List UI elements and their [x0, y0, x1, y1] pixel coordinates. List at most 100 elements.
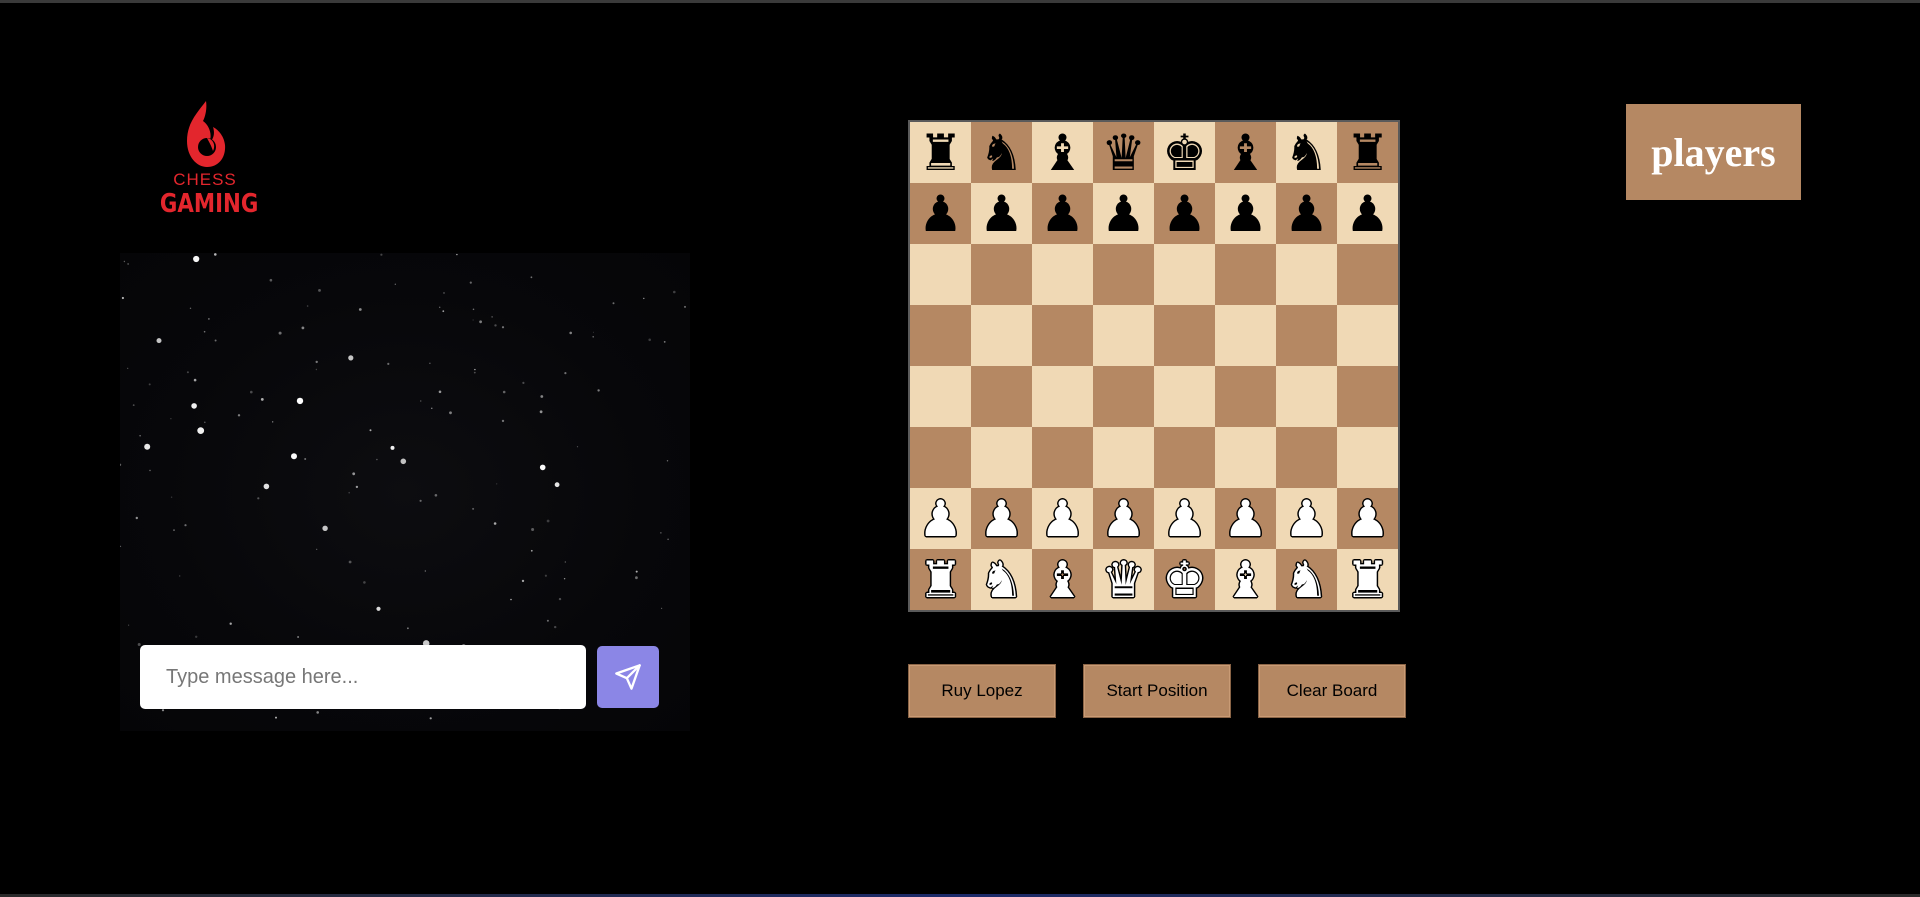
white-pawn-icon[interactable]: ♟ — [918, 494, 963, 544]
black-pawn-icon[interactable]: ♟ — [1101, 189, 1146, 239]
square-c1[interactable]: ♝ — [1032, 549, 1093, 610]
black-pawn-icon[interactable]: ♟ — [1040, 189, 1085, 239]
square-f4[interactable] — [1215, 366, 1276, 427]
square-a4[interactable] — [910, 366, 971, 427]
black-bishop-icon[interactable]: ♝ — [1040, 128, 1085, 178]
square-b6[interactable] — [971, 244, 1032, 305]
square-h4[interactable] — [1337, 366, 1398, 427]
black-knight-icon[interactable]: ♞ — [979, 128, 1024, 178]
white-knight-icon[interactable]: ♞ — [979, 555, 1024, 605]
square-c7[interactable]: ♟ — [1032, 183, 1093, 244]
square-h3[interactable] — [1337, 427, 1398, 488]
square-e3[interactable] — [1154, 427, 1215, 488]
black-king-icon[interactable]: ♚ — [1162, 128, 1207, 178]
square-d5[interactable] — [1093, 305, 1154, 366]
chess-board[interactable]: ♜ ♞ ♝ ♛ ♚ ♝ ♞ ♜ ♟ ♟ ♟ ♟ ♟ ♟ ♟ ♟ ♟ ♟ ♟ ♟ ♟ ♟ ♟ ♟ ♜ ♞ ♝ ♛ ♚ ♝ ♞ ♜ — [908, 120, 1400, 612]
black-rook-icon[interactable]: ♜ — [1345, 128, 1390, 178]
square-b1[interactable]: ♞ — [971, 549, 1032, 610]
white-rook-icon[interactable]: ♜ — [918, 555, 963, 605]
black-rook-icon[interactable]: ♜ — [918, 128, 963, 178]
square-g4[interactable] — [1276, 366, 1337, 427]
white-bishop-icon[interactable]: ♝ — [1223, 555, 1268, 605]
square-f3[interactable] — [1215, 427, 1276, 488]
square-e5[interactable] — [1154, 305, 1215, 366]
square-h8[interactable]: ♜ — [1337, 122, 1398, 183]
square-g8[interactable]: ♞ — [1276, 122, 1337, 183]
white-rook-icon[interactable]: ♜ — [1345, 555, 1390, 605]
square-b4[interactable] — [971, 366, 1032, 427]
square-e6[interactable] — [1154, 244, 1215, 305]
white-pawn-icon[interactable]: ♟ — [1284, 494, 1329, 544]
square-g5[interactable] — [1276, 305, 1337, 366]
white-pawn-icon[interactable]: ♟ — [1345, 494, 1390, 544]
square-d2[interactable]: ♟ — [1093, 488, 1154, 549]
black-bishop-icon[interactable]: ♝ — [1223, 128, 1268, 178]
square-e1[interactable]: ♚ — [1154, 549, 1215, 610]
white-pawn-icon[interactable]: ♟ — [1223, 494, 1268, 544]
square-a1[interactable]: ♜ — [910, 549, 971, 610]
chat-message-input[interactable] — [140, 645, 586, 709]
square-e7[interactable]: ♟ — [1154, 183, 1215, 244]
white-pawn-icon[interactable]: ♟ — [979, 494, 1024, 544]
square-b3[interactable] — [971, 427, 1032, 488]
black-pawn-icon[interactable]: ♟ — [1162, 189, 1207, 239]
square-c3[interactable] — [1032, 427, 1093, 488]
white-pawn-icon[interactable]: ♟ — [1040, 494, 1085, 544]
white-bishop-icon[interactable]: ♝ — [1040, 555, 1085, 605]
white-pawn-icon[interactable]: ♟ — [1162, 494, 1207, 544]
square-f2[interactable]: ♟ — [1215, 488, 1276, 549]
square-d6[interactable] — [1093, 244, 1154, 305]
square-g6[interactable] — [1276, 244, 1337, 305]
clear-board-button[interactable]: Clear Board — [1258, 664, 1406, 718]
square-c5[interactable] — [1032, 305, 1093, 366]
square-d4[interactable] — [1093, 366, 1154, 427]
square-a7[interactable]: ♟ — [910, 183, 971, 244]
square-b5[interactable] — [971, 305, 1032, 366]
square-b8[interactable]: ♞ — [971, 122, 1032, 183]
black-queen-icon[interactable]: ♛ — [1101, 128, 1146, 178]
square-a2[interactable]: ♟ — [910, 488, 971, 549]
square-h5[interactable] — [1337, 305, 1398, 366]
square-a3[interactable] — [910, 427, 971, 488]
white-pawn-icon[interactable]: ♟ — [1101, 494, 1146, 544]
square-a8[interactable]: ♜ — [910, 122, 971, 183]
square-f6[interactable] — [1215, 244, 1276, 305]
square-g1[interactable]: ♞ — [1276, 549, 1337, 610]
square-c4[interactable] — [1032, 366, 1093, 427]
square-d7[interactable]: ♟ — [1093, 183, 1154, 244]
square-h2[interactable]: ♟ — [1337, 488, 1398, 549]
square-e8[interactable]: ♚ — [1154, 122, 1215, 183]
white-queen-icon[interactable]: ♛ — [1101, 555, 1146, 605]
start-position-button[interactable]: Start Position — [1083, 664, 1231, 718]
square-f7[interactable]: ♟ — [1215, 183, 1276, 244]
black-pawn-icon[interactable]: ♟ — [918, 189, 963, 239]
square-h6[interactable] — [1337, 244, 1398, 305]
square-c6[interactable] — [1032, 244, 1093, 305]
black-pawn-icon[interactable]: ♟ — [1284, 189, 1329, 239]
square-b2[interactable]: ♟ — [971, 488, 1032, 549]
white-knight-icon[interactable]: ♞ — [1284, 555, 1329, 605]
send-message-button[interactable] — [597, 646, 659, 708]
square-b7[interactable]: ♟ — [971, 183, 1032, 244]
square-h7[interactable]: ♟ — [1337, 183, 1398, 244]
black-knight-icon[interactable]: ♞ — [1284, 128, 1329, 178]
square-c8[interactable]: ♝ — [1032, 122, 1093, 183]
square-e4[interactable] — [1154, 366, 1215, 427]
square-g2[interactable]: ♟ — [1276, 488, 1337, 549]
black-pawn-icon[interactable]: ♟ — [979, 189, 1024, 239]
square-g3[interactable] — [1276, 427, 1337, 488]
square-d8[interactable]: ♛ — [1093, 122, 1154, 183]
square-f8[interactable]: ♝ — [1215, 122, 1276, 183]
square-f5[interactable] — [1215, 305, 1276, 366]
square-e2[interactable]: ♟ — [1154, 488, 1215, 549]
square-a5[interactable] — [910, 305, 971, 366]
square-h1[interactable]: ♜ — [1337, 549, 1398, 610]
square-c2[interactable]: ♟ — [1032, 488, 1093, 549]
square-d1[interactable]: ♛ — [1093, 549, 1154, 610]
ruy-lopez-button[interactable]: Ruy Lopez — [908, 664, 1056, 718]
square-d3[interactable] — [1093, 427, 1154, 488]
players-button[interactable]: players — [1626, 104, 1801, 200]
square-g7[interactable]: ♟ — [1276, 183, 1337, 244]
white-king-icon[interactable]: ♚ — [1162, 555, 1207, 605]
square-a6[interactable] — [910, 244, 971, 305]
